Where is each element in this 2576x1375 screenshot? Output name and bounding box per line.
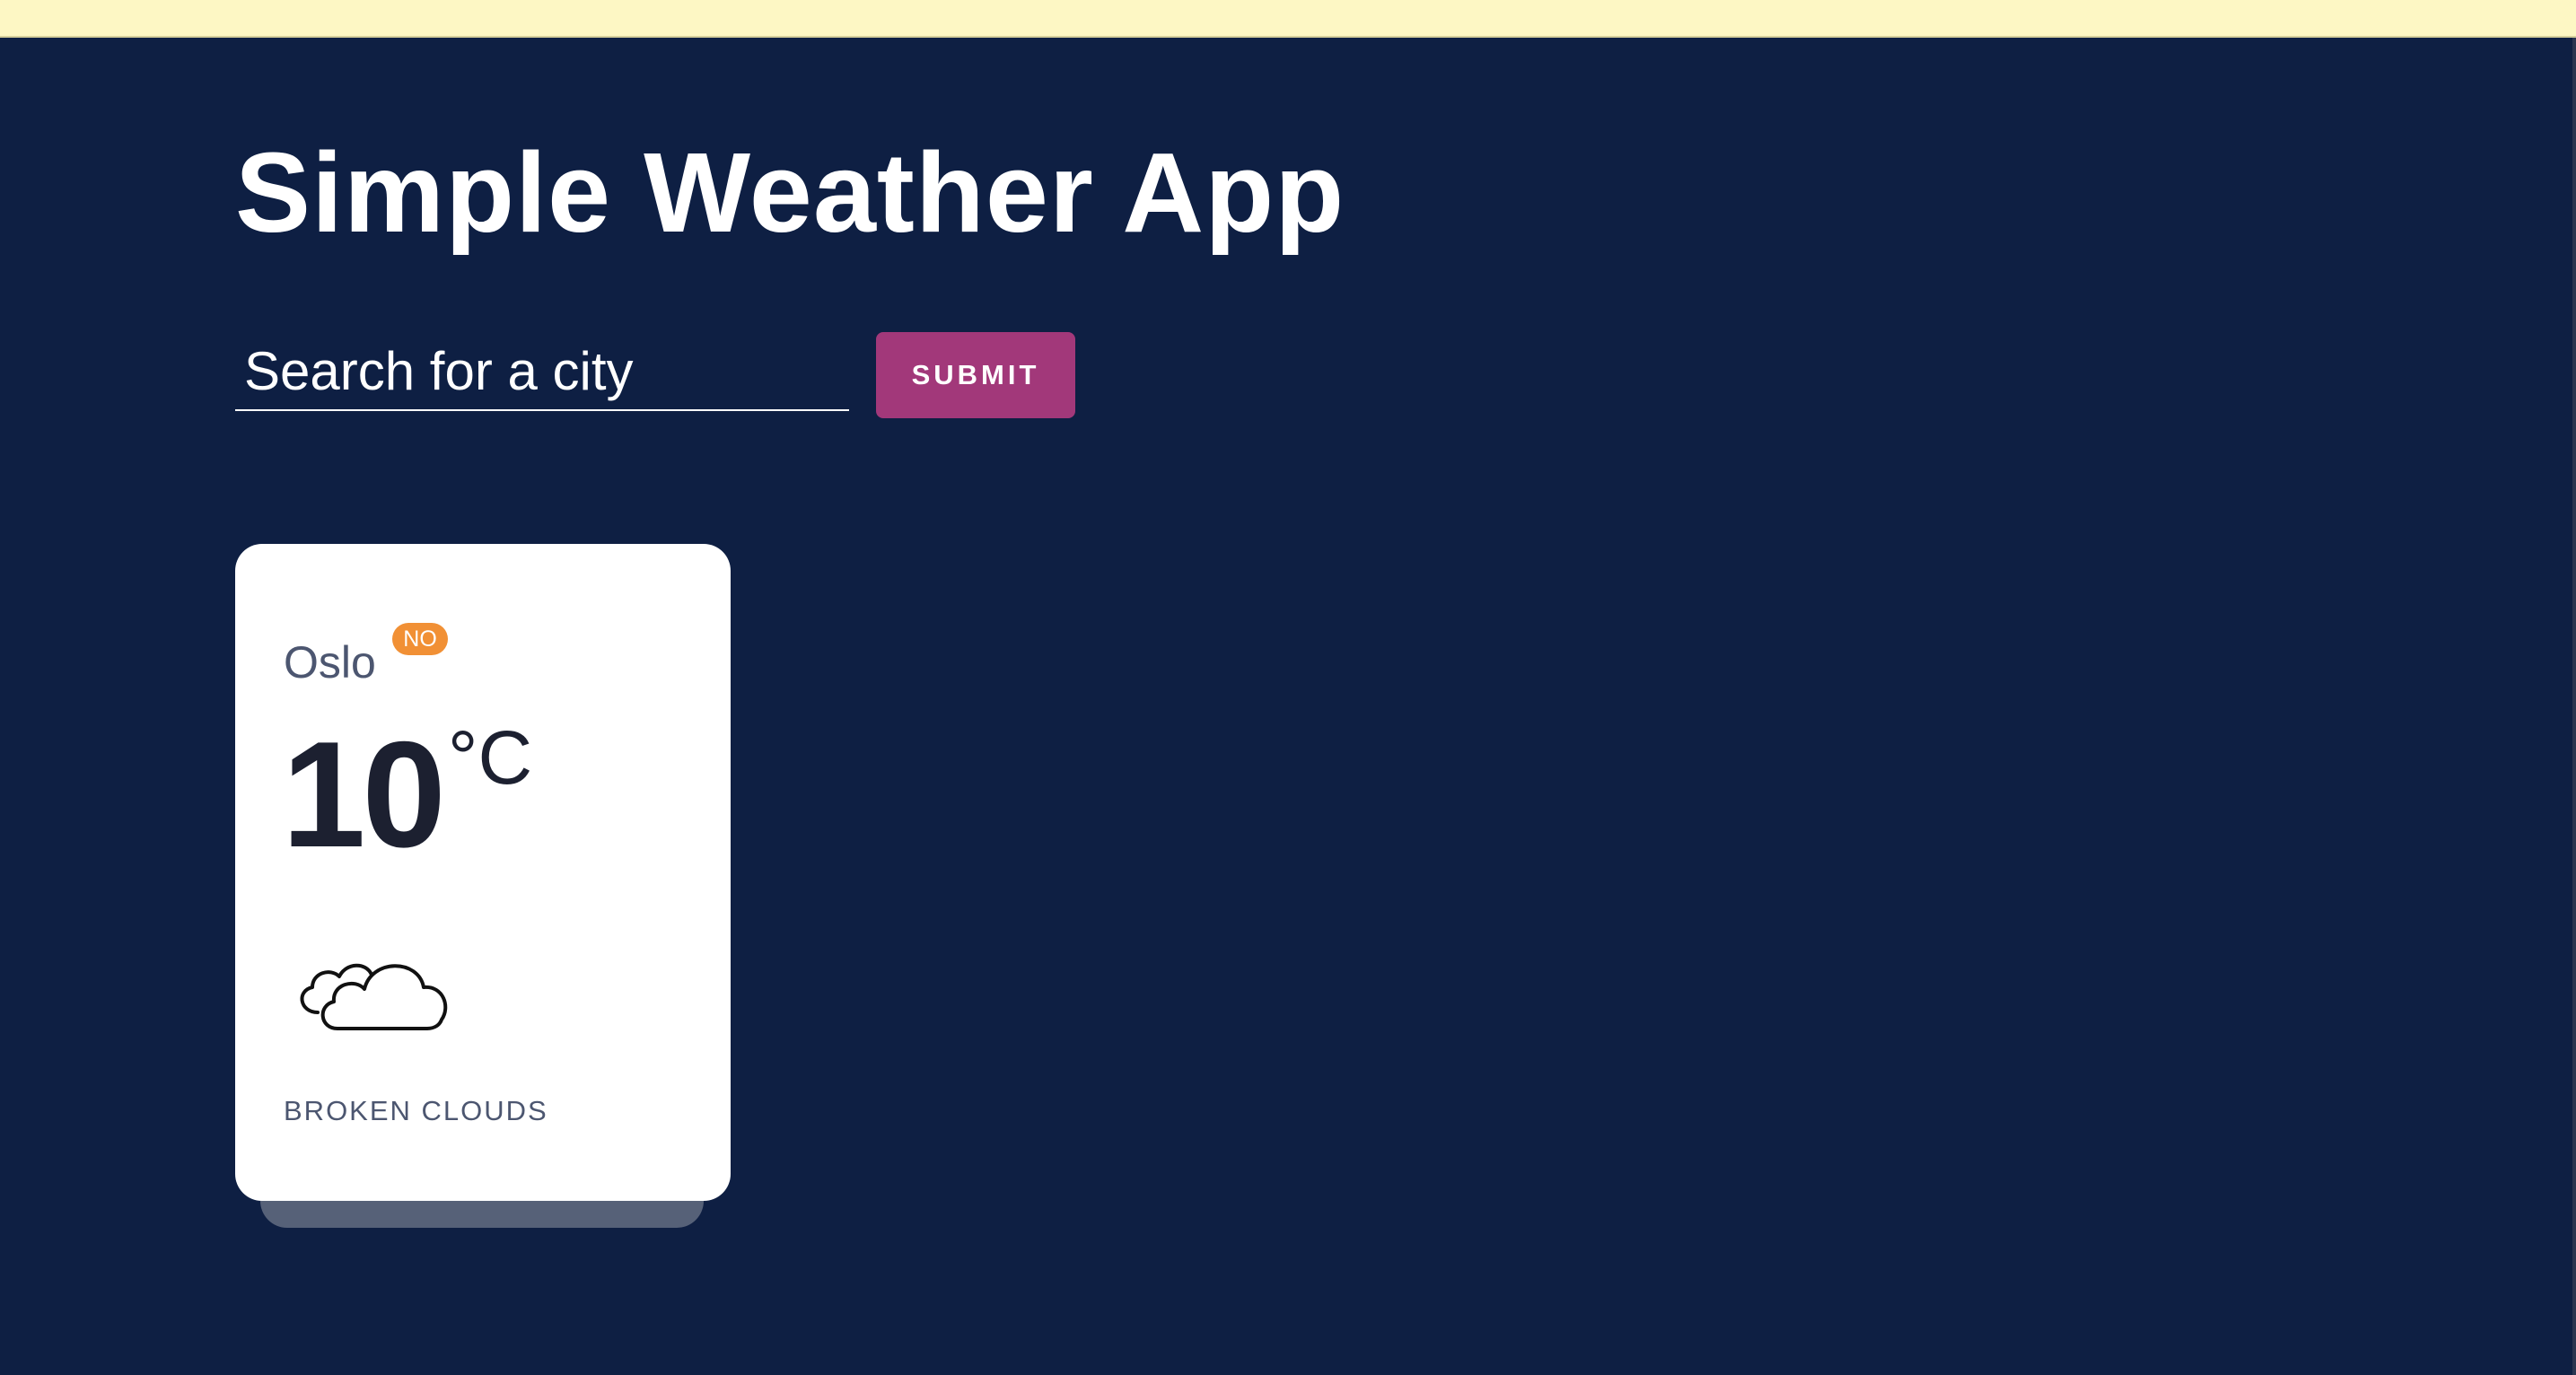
city-search-input[interactable]: [235, 332, 849, 411]
submit-button[interactable]: SUBMIT: [876, 332, 1075, 418]
city-name: Oslo: [284, 636, 376, 688]
temperature-unit: °C: [447, 715, 533, 800]
city-row: Oslo NO: [284, 623, 448, 688]
weather-description: BROKEN CLOUDS: [284, 1095, 548, 1126]
browser-top-strip: [0, 0, 2576, 38]
temperature-row: 10°C: [282, 714, 532, 870]
window-edge: [2572, 38, 2576, 1375]
page-title: Simple Weather App: [235, 129, 1345, 256]
weather-cards-list: Oslo NO 10°C BROKEN CLOUDS: [235, 544, 774, 1262]
search-form: SUBMIT: [235, 332, 1133, 431]
temperature-value: 10: [282, 710, 446, 879]
weather-card: Oslo NO 10°C BROKEN CLOUDS: [235, 544, 731, 1201]
country-badge: NO: [392, 623, 448, 655]
broken-clouds-icon: [300, 963, 448, 1030]
